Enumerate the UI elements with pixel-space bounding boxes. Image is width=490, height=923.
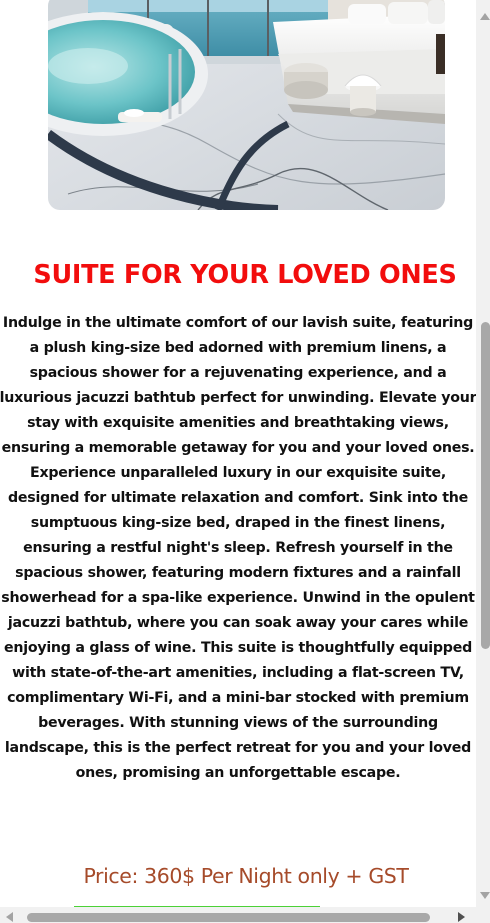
horizontal-scrollbar-thumb[interactable] [27, 913, 430, 922]
page-content: SUITE FOR YOUR LOVED ONES Indulge in the… [0, 0, 476, 907]
triangle-down-icon[interactable] [480, 892, 490, 899]
suite-title: SUITE FOR YOUR LOVED ONES [33, 260, 457, 290]
suite-description: Indulge in the ultimate comfort of our l… [0, 315, 476, 781]
suite-image [48, 0, 445, 210]
vertical-scrollbar-thumb[interactable] [481, 322, 490, 649]
triangle-right-icon[interactable] [458, 912, 465, 922]
suite-price: Price: 360$ Per Night only + GST [83, 864, 409, 888]
triangle-up-icon[interactable] [480, 13, 490, 20]
triangle-left-icon[interactable] [6, 912, 13, 922]
